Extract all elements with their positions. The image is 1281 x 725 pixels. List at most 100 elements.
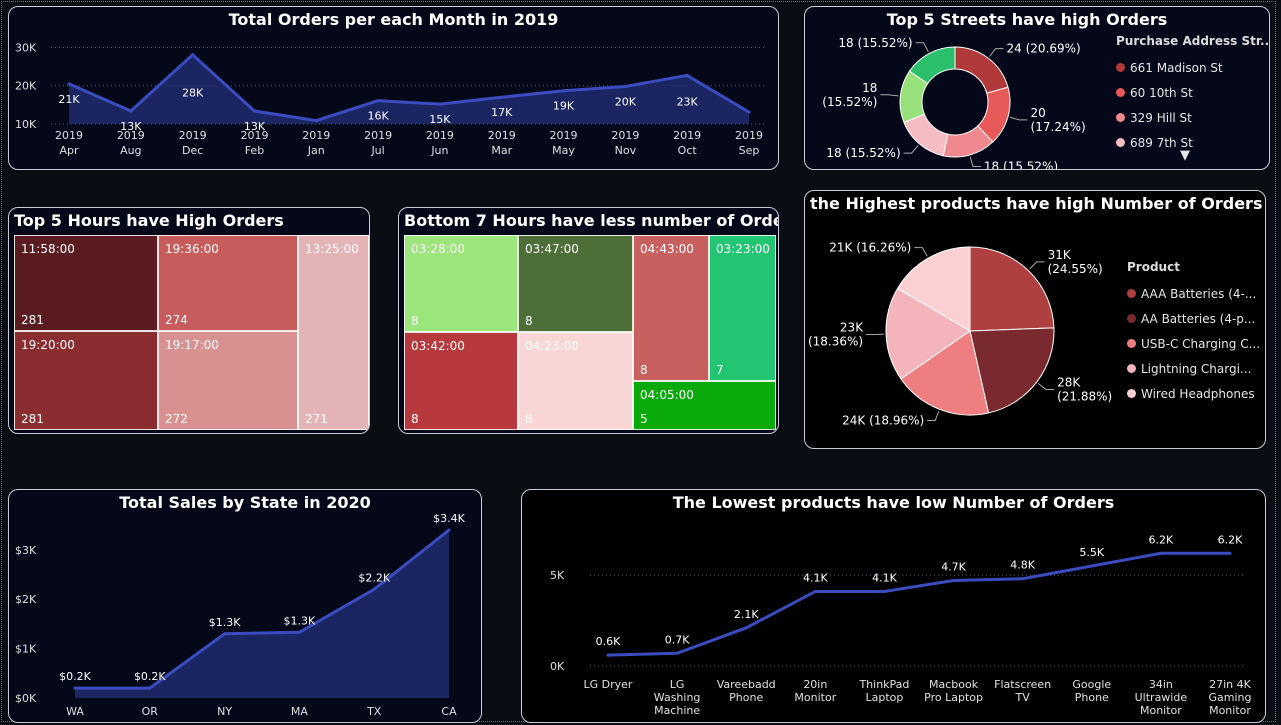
data-label: 6.2K	[1218, 533, 1243, 546]
treemap-cell-value: 7	[716, 363, 724, 377]
x-tick-label: Jun	[430, 144, 448, 157]
x-tick-year: 2019	[117, 129, 145, 142]
slice-label: (17.24%)	[1031, 120, 1086, 134]
y-tick-label: 10K	[15, 118, 37, 131]
treemap-cell[interactable]: 19:36:00 274	[158, 235, 298, 331]
x-tick-label: TX	[366, 705, 382, 718]
lowest-products-chart[interactable]: 0K 5K 0.6K LG Dryer 0.7K LGWashingMachine 2.1K…	[522, 490, 1266, 723]
x-tick-label: 27in 4K	[1209, 678, 1252, 691]
data-point	[1228, 551, 1232, 555]
x-tick-label: Washing	[654, 691, 701, 704]
treemap-cell[interactable]: 11:58:00 281	[14, 235, 158, 331]
x-tick-label: Dec	[182, 144, 203, 157]
x-tick-label: NY	[217, 705, 232, 718]
treemap-cell[interactable]: 03:47:00 8	[518, 235, 633, 332]
pie-slice	[954, 46, 1009, 94]
series-area	[69, 54, 749, 124]
legend-item[interactable]: 689 7th St	[1116, 130, 1269, 155]
legend-item[interactable]: 661 Madison St	[1116, 55, 1269, 80]
data-label: 15K	[429, 113, 451, 126]
lowest-products-panel[interactable]: The Lowest products have low Number of O…	[521, 489, 1266, 723]
state-sales-panel[interactable]: Total Sales by State in 2020 $0K $1K $2K $3…	[8, 489, 482, 723]
x-tick-label: WA	[66, 705, 84, 718]
series-area	[75, 530, 449, 698]
legend-item[interactable]: 329 Hill St	[1116, 105, 1269, 130]
data-point	[148, 686, 152, 690]
data-label: 4.7K	[941, 561, 966, 574]
bottom-hours-title: Bottom 7 Hours have less number of Order…	[404, 211, 779, 230]
data-label: 6.2K	[1149, 533, 1174, 546]
legend-item[interactable]: AAA Batteries (4-...	[1127, 281, 1260, 306]
treemap-cell[interactable]: 03:28:00 8	[404, 235, 518, 332]
data-label: 4.1K	[872, 571, 897, 584]
slice-leader-line	[1037, 383, 1055, 391]
legend-title: Product	[1127, 260, 1180, 274]
legend-item[interactable]: Lightning Chargi...	[1127, 356, 1260, 381]
treemap-cell[interactable]: 13:25:00 271	[298, 235, 369, 430]
treemap-cell-label: 19:36:00	[165, 242, 219, 256]
treemap-cell[interactable]: 04:43:00 8	[633, 235, 709, 381]
x-tick-label: Macbook	[929, 678, 979, 691]
data-point	[223, 632, 227, 636]
treemap-cell[interactable]: 03:42:00 8	[404, 332, 518, 430]
slice-leader-line	[1009, 116, 1028, 121]
treemap-cell[interactable]: 04:23:00 8	[518, 332, 633, 430]
top-hours-panel[interactable]: Top 5 Hours have High Orders 11:58:00 281…	[8, 207, 370, 434]
bottom-hours-panel[interactable]: Bottom 7 Hours have less number of Order…	[398, 207, 779, 434]
pie-slice	[969, 246, 1055, 332]
legend-swatch	[1116, 113, 1125, 122]
treemap-cell-value: 8	[411, 412, 419, 426]
monthly-orders-chart[interactable]: 10K20K30K21K2019Apr13K2019Aug28K2019Dec1…	[9, 7, 779, 170]
legend-item[interactable]: Wired Headphones	[1127, 381, 1260, 406]
top-hours-treemap[interactable]: 11:58:00 281 19:36:00 274 13:25:00 271 19:20:0…	[14, 235, 369, 430]
top-streets-panel[interactable]: Top 5 Streets have high Orders 24 (20.69…	[804, 6, 1270, 170]
y-tick-label: 5K	[550, 569, 565, 582]
legend-swatch	[1127, 364, 1136, 373]
data-point	[500, 95, 504, 99]
legend-scroll-down-icon[interactable]: ▼	[1180, 148, 1190, 163]
x-tick-label: Laptop	[865, 691, 903, 704]
x-tick-label: Phone	[1075, 691, 1109, 704]
data-label: 0.6K	[596, 635, 621, 648]
slice-leader-line	[989, 48, 1004, 57]
treemap-cell-value: 8	[525, 412, 533, 426]
data-point	[252, 109, 256, 113]
legend-item[interactable]: USB-C Charging C...	[1127, 331, 1260, 356]
y-tick-label: 30K	[15, 41, 37, 54]
x-tick-label: LG	[670, 678, 685, 691]
treemap-cell[interactable]: 19:17:00 272	[158, 331, 298, 430]
highest-products-legend: Product AAA Batteries (4-... AA Batteries …	[1127, 260, 1260, 406]
legend-item[interactable]: 60 10th St	[1116, 80, 1269, 105]
bottom-hours-treemap[interactable]: 03:28:00 8 03:47:00 8 04:43:00 8 03:23:00 7 03:4…	[404, 235, 776, 430]
slice-leader-line	[915, 42, 929, 52]
data-label: 17K	[491, 106, 513, 119]
treemap-cell[interactable]: 03:23:00 7	[709, 235, 776, 381]
treemap-cell[interactable]: 19:20:00 281	[14, 331, 158, 430]
y-tick-label: $1K	[15, 643, 37, 656]
x-tick-label: Machine	[654, 704, 700, 717]
data-point	[314, 119, 318, 123]
treemap-cell-label: 03:42:00	[411, 339, 465, 353]
legend-item[interactable]: AA Batteries (4-p...	[1127, 306, 1260, 331]
x-tick-label: Flatscreen	[994, 678, 1051, 691]
highest-products-panel[interactable]: the Highest products have high Number of…	[804, 190, 1266, 449]
state-sales-chart[interactable]: $0K $1K $2K $3K $0.2K WA $0.2K OR $1.3K NY $1.3K MA…	[9, 490, 482, 723]
data-point	[813, 589, 817, 593]
y-tick-label: $0K	[15, 692, 37, 705]
data-label: 2.1K	[734, 608, 759, 621]
slice-label: 23K	[840, 321, 864, 335]
treemap-cell-value: 281	[21, 412, 44, 426]
treemap-cell-label: 03:23:00	[716, 242, 770, 256]
data-label: 20K	[615, 96, 637, 109]
x-tick-year: 2019	[735, 129, 763, 142]
legend-label: 60 10th St	[1130, 85, 1193, 100]
treemap-cell-label: 04:23:00	[525, 339, 579, 353]
treemap-cell[interactable]: 04:05:00 5	[633, 381, 776, 430]
slice-label: (18.36%)	[808, 335, 863, 349]
treemap-cell-value: 5	[640, 412, 648, 426]
data-point	[191, 53, 195, 57]
x-tick-year: 2019	[611, 129, 639, 142]
slice-label: 18 (15.52%)	[826, 146, 900, 160]
monthly-orders-panel[interactable]: Total Orders per each Month in 2019 10K 2…	[8, 6, 779, 170]
slice-leader-line	[880, 94, 899, 97]
